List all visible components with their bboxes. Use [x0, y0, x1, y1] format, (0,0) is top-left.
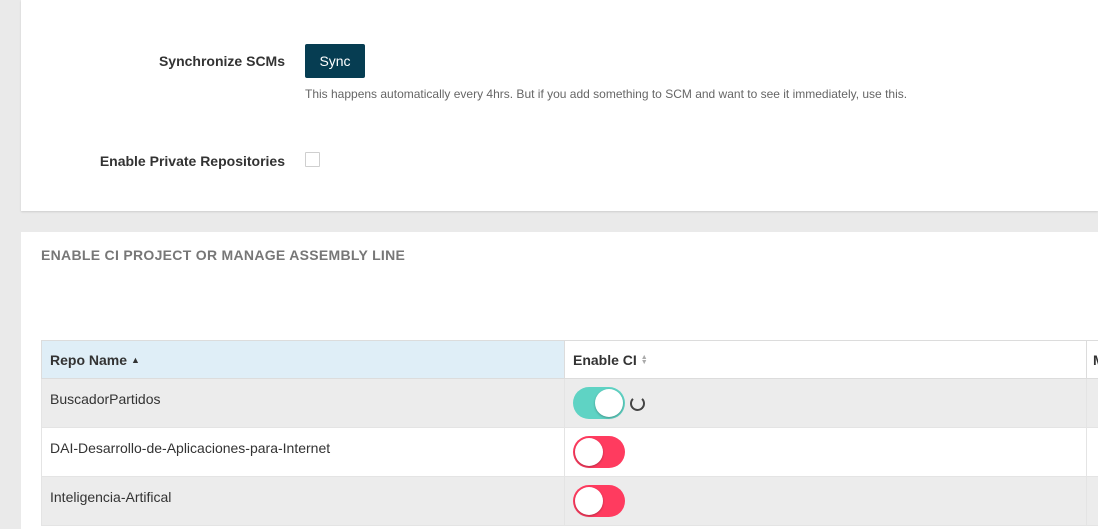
repo-name-cell: BuscadorPartidos	[41, 378, 565, 428]
toggle-knob	[575, 438, 603, 466]
more-cell	[1086, 476, 1098, 526]
repo-name-cell: Inteligencia-Artifical	[41, 476, 565, 526]
enable-ci-cell	[564, 427, 1087, 477]
sync-button[interactable]: Sync	[305, 44, 365, 78]
more-column-header[interactable]: M	[1086, 340, 1098, 379]
private-repos-label: Enable Private Repositories	[99, 153, 285, 169]
repos-table: Repo Name▲ Enable CI▲▼ M BuscadorPartido…	[41, 340, 1098, 526]
repo-name-header[interactable]: Repo Name ▲	[41, 340, 565, 379]
repo-name-cell: DAI-Desarrollo-de-Aplicaciones-para-Inte…	[41, 427, 565, 477]
enable-ci-toggle[interactable]	[573, 485, 625, 517]
loading-spinner-icon	[630, 395, 645, 411]
enable-ci-header-label: Enable CI	[573, 351, 637, 368]
sync-scms-label: Synchronize SCMs	[158, 53, 285, 69]
sort-icon: ▲ ▼	[640, 353, 648, 366]
section-title: ENABLE CI PROJECT OR MANAGE ASSEMBLY LIN…	[41, 247, 406, 263]
enable-ci-toggle[interactable]	[573, 387, 625, 419]
more-cell	[1086, 427, 1098, 477]
repo-name-header-label: Repo Name	[50, 351, 128, 368]
more-cell	[1086, 378, 1098, 428]
enable-ci-cell	[564, 476, 1087, 526]
sync-help-text: This happens automatically every 4hrs. B…	[305, 87, 908, 101]
table-row: BuscadorPartidos	[41, 378, 1098, 428]
table-row: Inteligencia-Artifical	[41, 476, 1098, 526]
sort-ascending-icon: ▲	[131, 354, 140, 365]
enable-ci-cell	[564, 378, 1087, 428]
private-repos-checkbox[interactable]	[305, 152, 320, 167]
toggle-knob	[595, 389, 623, 417]
enable-ci-header[interactable]: Enable CI ▲ ▼	[564, 340, 1087, 379]
table-row: DAI-Desarrollo-de-Aplicaciones-para-Inte…	[41, 427, 1098, 477]
settings-card: Synchronize SCMs Sync This happens autom…	[21, 0, 1098, 211]
table-header-row: Repo Name▲ Enable CI▲▼ M	[41, 340, 1098, 379]
enable-ci-toggle[interactable]	[573, 436, 625, 468]
ci-projects-card: ENABLE CI PROJECT OR MANAGE ASSEMBLY LIN…	[21, 232, 1098, 529]
more-column-header-label: M	[1093, 352, 1098, 368]
toggle-knob	[575, 487, 603, 515]
